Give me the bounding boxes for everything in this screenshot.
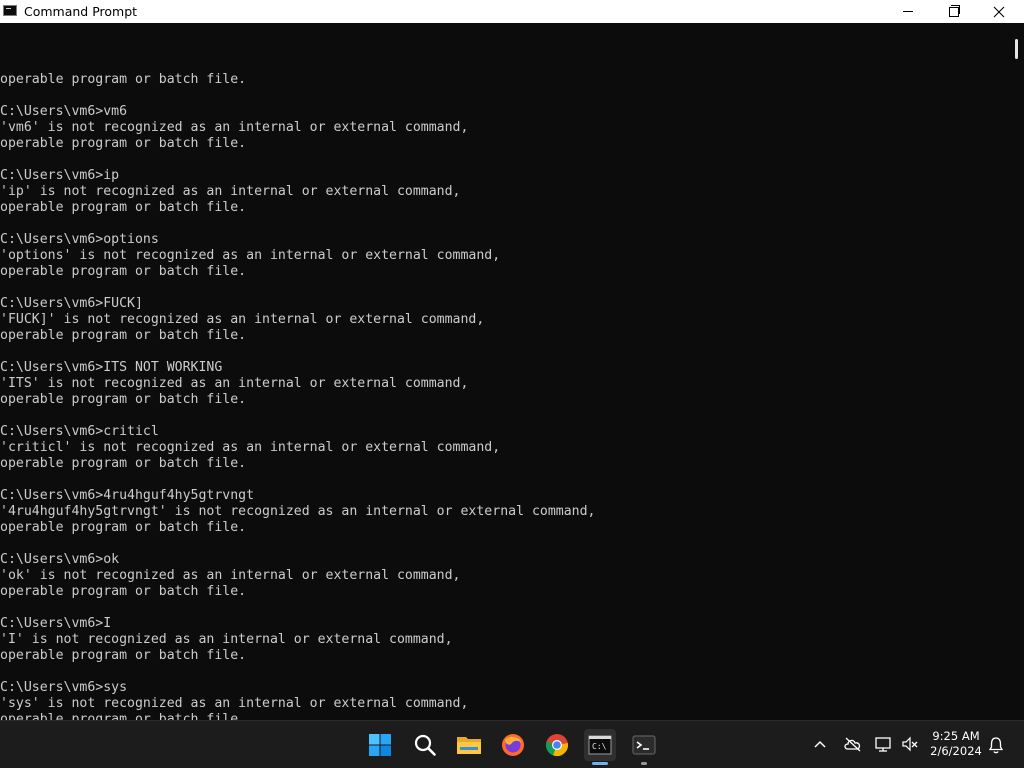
console-line: operable program or batch file. — [0, 200, 247, 215]
svg-text:C:\: C:\ — [592, 742, 607, 751]
console-line: 'ITS' is not recognized as an internal o… — [0, 376, 469, 391]
command-prompt-app-icon[interactable] — [3, 5, 17, 16]
console-line: C:\Users\vm6>vm6 — [0, 104, 128, 119]
console-line: operable program or batch file. — [0, 584, 247, 599]
console-line: operable program or batch file. — [0, 648, 247, 663]
chrome-button[interactable] — [541, 729, 573, 761]
console-line: operable program or batch file. — [0, 136, 247, 151]
console-line: operable program or batch file. — [0, 712, 247, 720]
start-button[interactable] — [364, 729, 396, 761]
network-tray-button[interactable] — [873, 735, 895, 753]
console-line: 'I' is not recognized as an internal or … — [0, 632, 453, 647]
console-line: C:\Users\vm6>sys — [0, 680, 128, 695]
console-line: 'ok' is not recognized as an internal or… — [0, 568, 461, 583]
console-line: operable program or batch file. — [0, 520, 247, 535]
terminal-taskbar-button[interactable] — [628, 729, 660, 765]
windows-start-icon — [369, 734, 391, 756]
network-icon — [875, 737, 891, 752]
title-bar[interactable]: Command Prompt — [0, 0, 1024, 23]
volume-tray-button[interactable] — [900, 735, 920, 753]
search-icon — [414, 734, 436, 756]
close-button[interactable] — [976, 0, 1022, 23]
console-line: 'FUCK]' is not recognized as an internal… — [0, 312, 485, 327]
console-line: 'vm6' is not recognized as an internal o… — [0, 120, 469, 135]
console-line: C:\Users\vm6>options — [0, 232, 159, 247]
console-line: C:\Users\vm6>I — [0, 616, 112, 631]
console-line: C:\Users\vm6>ok — [0, 552, 120, 567]
console-line: 'criticl' is not recognized as an intern… — [0, 440, 501, 455]
console-line: C:\Users\vm6>FUCK] — [0, 296, 143, 311]
clock-date: 2/6/2024 — [930, 744, 982, 758]
clock-time: 9:25 AM — [932, 729, 980, 743]
terminal-icon — [632, 735, 656, 755]
window-title: Command Prompt — [24, 4, 138, 19]
command-prompt-icon: C:\ — [588, 735, 612, 755]
scrollbar-thumb[interactable] — [1015, 39, 1018, 59]
console-line: operable program or batch file. — [0, 328, 247, 343]
console-line: 'sys' is not recognized as an internal o… — [0, 696, 469, 711]
volume-muted-icon — [902, 736, 918, 752]
firefox-button[interactable] — [497, 729, 529, 761]
file-explorer-icon — [457, 737, 481, 754]
firefox-icon — [502, 734, 524, 756]
bell-icon — [988, 737, 1004, 754]
vertical-scrollbar[interactable] — [1008, 23, 1024, 720]
onedrive-offline-icon — [844, 737, 861, 752]
file-explorer-button[interactable] — [453, 729, 485, 761]
console-line: 'ip' is not recognized as an internal or… — [0, 184, 461, 199]
minimize-icon — [903, 11, 913, 12]
console-line: C:\Users\vm6>ip — [0, 168, 120, 183]
console-line: operable program or batch file. — [0, 72, 247, 87]
notification-button[interactable] — [987, 736, 1005, 754]
console-output-area[interactable]: operable program or batch file. C:\Users\… — [0, 23, 1008, 720]
onedrive-tray-button[interactable] — [842, 735, 864, 753]
command-prompt-taskbar-button[interactable]: C:\ — [584, 729, 616, 765]
console-line: operable program or batch file. — [0, 264, 247, 279]
search-button[interactable] — [409, 729, 441, 761]
console-line: C:\Users\vm6>4ru4hguf4hy5gtrvngt — [0, 488, 255, 503]
restore-icon — [949, 4, 960, 17]
console-line: C:\Users\vm6>ITS NOT WORKING — [0, 360, 223, 375]
console-line: operable program or batch file. — [0, 456, 247, 471]
maximize-button[interactable] — [931, 0, 977, 23]
taskbar-clock[interactable]: 9:25 AM 2/6/2024 — [926, 729, 986, 759]
show-hidden-icons-button[interactable] — [811, 735, 829, 753]
console-line: operable program or batch file. — [0, 392, 247, 407]
console-line: 'options' is not recognized as an intern… — [0, 248, 501, 263]
running-app-indicator — [641, 762, 647, 765]
console-line: '4ru4hguf4hy5gtrvngt' is not recognized … — [0, 504, 596, 519]
chevron-up-icon — [814, 740, 826, 748]
console-line: C:\Users\vm6>criticl — [0, 424, 159, 439]
close-icon — [993, 6, 1005, 17]
chrome-icon — [545, 734, 568, 757]
minimize-button[interactable] — [885, 0, 931, 23]
taskbar: C:\ 9:25 AM 2/6/2024 — [0, 720, 1024, 768]
active-window-indicator — [592, 762, 608, 765]
console-lines: operable program or batch file. C:\Users\… — [0, 24, 595, 720]
